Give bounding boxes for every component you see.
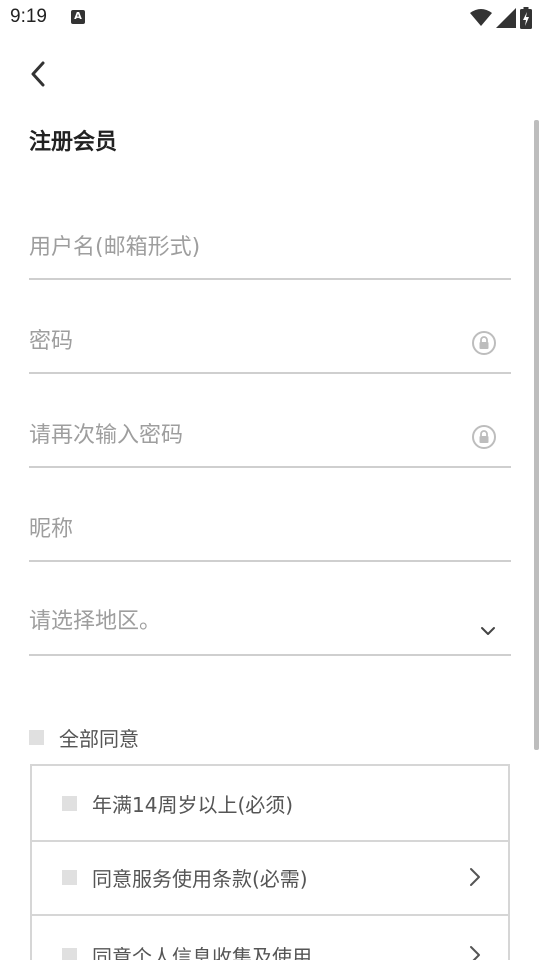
wifi-icon: [470, 9, 492, 26]
terms-item-label: 年满14周岁以上(必须): [92, 792, 294, 817]
checkbox-icon[interactable]: [29, 729, 44, 745]
signal-icon: [496, 8, 516, 28]
nickname-field: [29, 468, 511, 562]
password-field: [29, 280, 511, 374]
status-time: 9:19: [10, 6, 47, 27]
back-arrow-icon: [31, 61, 45, 87]
checkbox-icon[interactable]: [62, 795, 77, 811]
terms-item-label: 同意个人信息收集及使用: [92, 944, 312, 960]
chevron-down-icon: [481, 627, 495, 635]
agree-all-checkbox[interactable]: 全部同意: [29, 722, 139, 752]
status-icons: [470, 7, 532, 29]
region-input[interactable]: [29, 609, 449, 634]
chevron-right-icon[interactable]: [468, 944, 482, 960]
terms-item-service[interactable]: 同意服务使用条款(必需): [32, 840, 508, 916]
checkbox-icon[interactable]: [62, 947, 77, 960]
terms-list: 年满14周岁以上(必须) 同意服务使用条款(必需) 同意个人信息收集及使用: [30, 764, 510, 960]
terms-item-age[interactable]: 年满14周岁以上(必须): [32, 766, 508, 842]
back-button[interactable]: [22, 58, 54, 90]
username-input[interactable]: [29, 235, 449, 260]
checkbox-icon[interactable]: [62, 869, 77, 885]
nickname-input[interactable]: [29, 517, 449, 542]
a-badge-icon: A: [71, 10, 85, 24]
terms-item-privacy[interactable]: 同意个人信息收集及使用: [32, 918, 508, 960]
password-confirm-field: [29, 374, 511, 468]
lock-icon[interactable]: [471, 424, 497, 450]
username-field: [29, 186, 511, 280]
scrollbar[interactable]: [534, 120, 539, 750]
battery-charging-icon: [520, 7, 532, 29]
password-input[interactable]: [29, 329, 449, 354]
password-confirm-input[interactable]: [29, 423, 449, 448]
status-bar: 9:19 A: [0, 0, 540, 36]
terms-item-label: 同意服务使用条款(必需): [92, 866, 308, 891]
region-select[interactable]: [29, 562, 511, 656]
page-title: 注册会员: [29, 130, 118, 155]
chevron-right-icon[interactable]: [468, 866, 482, 888]
lock-icon[interactable]: [471, 330, 497, 356]
agree-all-label: 全部同意: [59, 726, 139, 751]
